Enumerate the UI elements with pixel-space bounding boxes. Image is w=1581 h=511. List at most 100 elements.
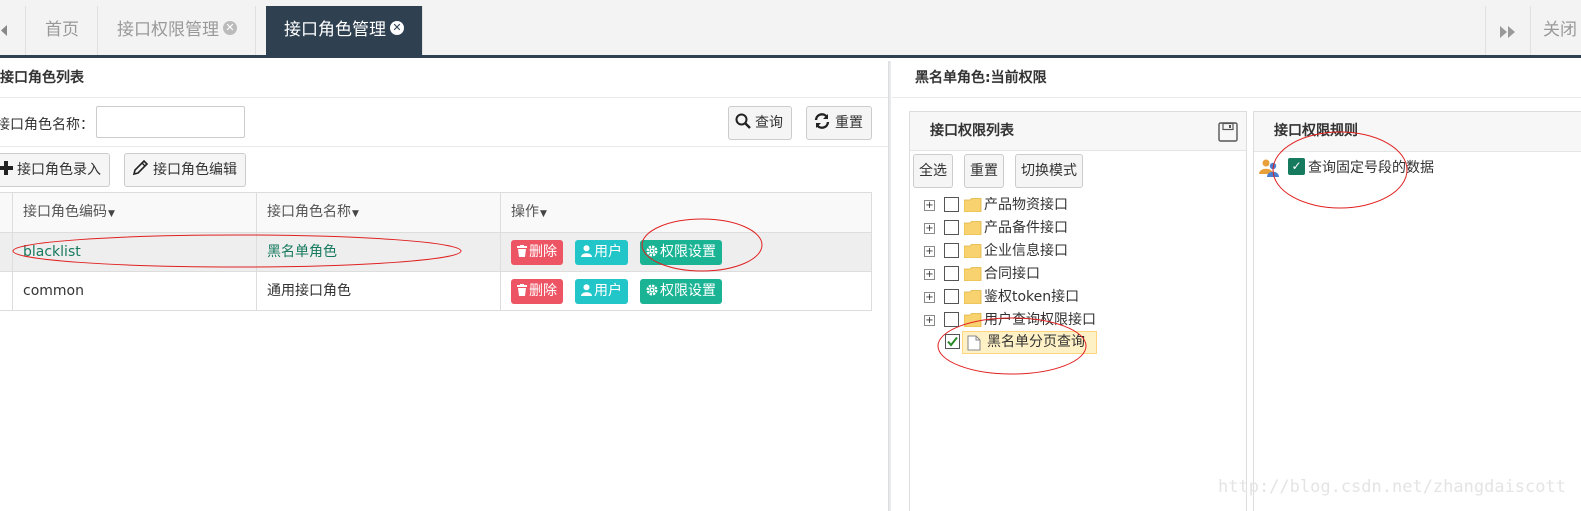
delete-button-label: 删除 xyxy=(529,283,557,299)
reset-button-label: 重置 xyxy=(835,115,863,131)
expand-icon[interactable]: + xyxy=(924,200,935,211)
role-name-cell: 黑名单角色 xyxy=(257,233,501,271)
permission-settings-button-label: 权限设置 xyxy=(660,283,716,299)
tree-checkbox[interactable] xyxy=(944,243,959,258)
expand-icon[interactable]: + xyxy=(924,223,935,234)
role-name-search-input[interactable] xyxy=(96,106,245,138)
panel-title-role-list: 接口角色列表 xyxy=(0,61,888,98)
gear-icon xyxy=(646,245,658,257)
gear-icon xyxy=(646,284,658,296)
tree-checkbox[interactable] xyxy=(944,266,959,281)
tab-api-permission[interactable]: 接口权限管理 ✕ xyxy=(99,6,256,55)
tab-label: 接口角色管理 xyxy=(284,20,386,40)
close-icon[interactable]: ✕ xyxy=(223,21,237,35)
table-row[interactable]: blacklist 黑名单角色 删除 用户 权限设置 xyxy=(0,233,872,272)
folder-icon xyxy=(964,290,982,304)
query-button-label: 查询 xyxy=(755,115,783,131)
actions-cell: 删除 用户 权限设置 xyxy=(501,272,872,310)
permission-list-title: 接口权限列表 xyxy=(930,123,1014,139)
column-header-actions[interactable]: 操作▼ xyxy=(501,193,872,233)
close-tabs-button[interactable]: 关闭 xyxy=(1530,6,1581,55)
folder-icon xyxy=(964,313,982,327)
document-icon xyxy=(967,335,981,351)
tree-checkbox-checked[interactable] xyxy=(945,334,960,349)
folder-icon xyxy=(964,221,982,235)
expand-icon[interactable]: + xyxy=(924,269,935,280)
rule-label: 查询固定号段的数据 xyxy=(1308,160,1434,176)
row-number-cell xyxy=(0,233,13,271)
permission-settings-button-label: 权限设置 xyxy=(660,244,716,260)
column-header-label: 接口角色名称 xyxy=(267,204,351,220)
tree-checkbox[interactable] xyxy=(944,197,959,212)
table-row[interactable]: common 通用接口角色 删除 用户 权限设置 xyxy=(0,272,872,311)
double-chevron-right-icon xyxy=(1499,25,1515,38)
select-all-button[interactable]: 全选 xyxy=(913,154,953,188)
tree-checkbox[interactable] xyxy=(944,312,959,327)
divider xyxy=(0,146,888,147)
folder-icon xyxy=(964,267,982,281)
edit-role-button-label: 接口角色编辑 xyxy=(153,162,237,178)
tree-leaf-highlight: 黑名单分页查询 xyxy=(962,331,1097,354)
folder-icon xyxy=(964,198,982,212)
users-icon xyxy=(1259,159,1279,177)
role-code-cell: common xyxy=(13,272,257,310)
expand-icon[interactable]: + xyxy=(924,315,935,326)
permission-settings-button[interactable]: 权限设置 xyxy=(640,240,722,265)
caret-down-icon: ▼ xyxy=(352,209,359,219)
tab-label: 首页 xyxy=(45,20,79,40)
tree-node-label: 用户查询权限接口 xyxy=(984,312,1096,328)
tab-label: 接口权限管理 xyxy=(117,20,219,40)
role-name-cell: 通用接口角色 xyxy=(257,272,501,310)
permission-rule-title: 接口权限规则 xyxy=(1254,112,1581,152)
plus-icon xyxy=(0,161,13,175)
query-button[interactable]: 查询 xyxy=(728,106,792,140)
save-icon[interactable] xyxy=(1218,122,1238,142)
checkmark-icon xyxy=(947,336,958,347)
panel-splitter[interactable] xyxy=(888,61,891,511)
tab-api-role[interactable]: 接口角色管理 ✕ xyxy=(266,6,423,55)
tree-node-label: 产品备件接口 xyxy=(984,220,1068,236)
add-role-button-label: 接口角色录入 xyxy=(17,162,101,178)
tree-checkbox[interactable] xyxy=(944,220,959,235)
expand-icon[interactable]: + xyxy=(924,246,935,257)
tree-node-label: 产品物资接口 xyxy=(984,197,1068,213)
permission-list-header: 接口权限列表 xyxy=(910,112,1246,151)
tree-node-label: 鉴权token接口 xyxy=(984,289,1080,305)
delete-button[interactable]: 删除 xyxy=(511,279,563,304)
role-code-cell: blacklist xyxy=(13,233,257,271)
edit-role-button[interactable]: 接口角色编辑 xyxy=(124,153,246,187)
pencil-icon xyxy=(132,159,149,176)
user-button-label: 用户 xyxy=(594,283,622,299)
table-row-number-header xyxy=(0,193,13,233)
tab-scroll-left-button[interactable] xyxy=(0,6,26,55)
expand-icon[interactable]: + xyxy=(924,292,935,303)
user-icon xyxy=(581,245,592,257)
tab-scroll-right-button[interactable] xyxy=(1485,6,1529,55)
permission-list-panel: 接口权限列表 全选 重置 切换模式 + 产品物资接口 + 产品备件接口 + 企业… xyxy=(909,111,1247,511)
tab-bar: 首页 接口权限管理 ✕ 接口角色管理 ✕ 关闭 xyxy=(0,0,1581,58)
watermark-text: http://blog.csdn.net/zhangdaiscott xyxy=(1218,477,1566,497)
role-table: 接口角色编码▼ 接口角色名称▼ 操作▼ blacklist 黑名单角色 删除 用… xyxy=(0,192,872,311)
permission-settings-button[interactable]: 权限设置 xyxy=(640,279,722,304)
user-button[interactable]: 用户 xyxy=(575,240,628,265)
search-icon xyxy=(735,113,751,129)
switch-mode-button[interactable]: 切换模式 xyxy=(1015,154,1083,188)
folder-icon xyxy=(964,244,982,258)
tree-node-label: 企业信息接口 xyxy=(984,243,1068,259)
tree-node-label: 合同接口 xyxy=(984,266,1040,282)
tree-reset-button[interactable]: 重置 xyxy=(964,154,1004,188)
panel-title-current-permissions: 黑名单角色:当前权限 xyxy=(892,61,1581,98)
close-icon[interactable]: ✕ xyxy=(390,21,404,35)
delete-button-label: 删除 xyxy=(529,244,557,260)
tree-checkbox[interactable] xyxy=(944,289,959,304)
permission-rule-panel: 接口权限规则 ✓ 查询固定号段的数据 xyxy=(1253,111,1581,511)
column-header-role-name[interactable]: 接口角色名称▼ xyxy=(257,193,501,233)
user-button[interactable]: 用户 xyxy=(575,279,628,304)
column-header-role-code[interactable]: 接口角色编码▼ xyxy=(13,193,257,233)
rule-checkbox-checked[interactable]: ✓ xyxy=(1288,158,1305,175)
reset-button[interactable]: 重置 xyxy=(806,106,872,140)
tab-home[interactable]: 首页 xyxy=(27,6,98,55)
column-header-label: 操作 xyxy=(511,204,539,220)
delete-button[interactable]: 删除 xyxy=(511,240,563,265)
add-role-button[interactable]: 接口角色录入 xyxy=(0,153,110,187)
